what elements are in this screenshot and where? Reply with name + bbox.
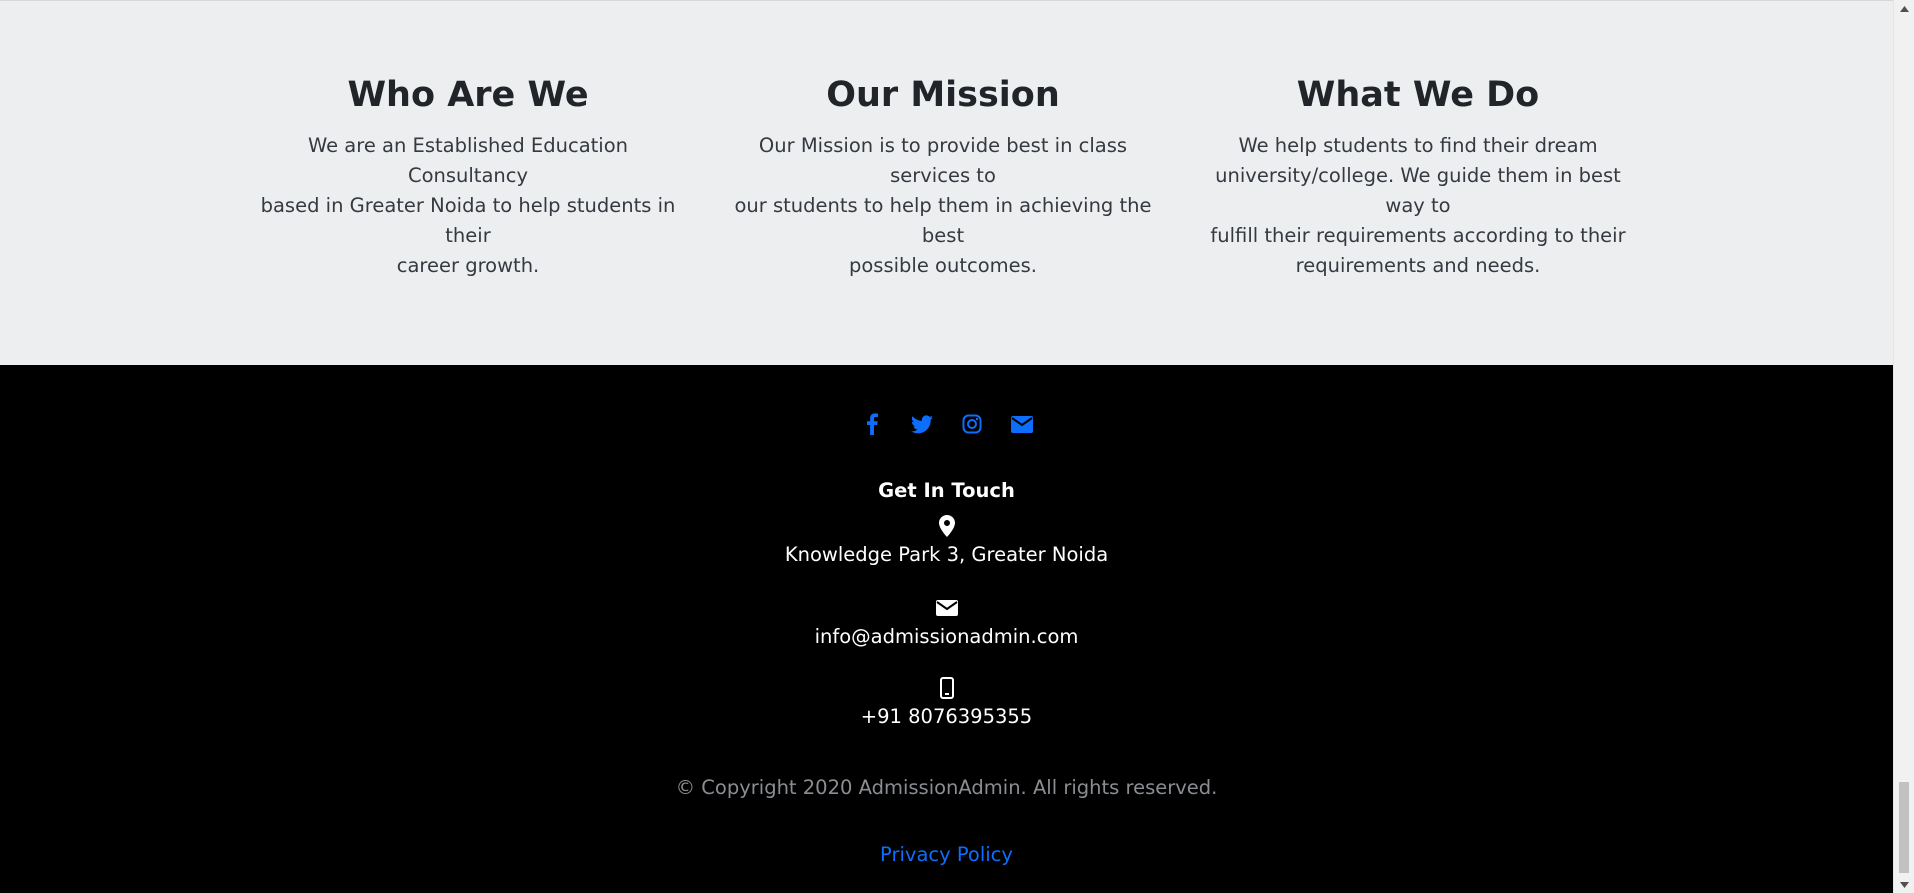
social-links	[0, 412, 1893, 436]
about-text-line: possible outcomes.	[849, 254, 1037, 277]
instagram-icon[interactable]	[960, 412, 984, 436]
contact-email: info@admissionadmin.com	[0, 597, 1893, 651]
email-text: info@admissionadmin.com	[814, 625, 1079, 648]
facebook-icon[interactable]	[860, 412, 884, 436]
copyright-text: © Copyright 2020 AdmissionAdmin. All rig…	[675, 776, 1218, 799]
about-text: We are an Established Education Consulta…	[248, 131, 688, 281]
about-text: Our Mission is to provide best in class …	[723, 131, 1163, 281]
twitter-icon[interactable]	[910, 412, 934, 436]
address-text: Knowledge Park 3, Greater Noida	[784, 543, 1109, 566]
get-in-touch-heading: Get In Touch	[878, 479, 1015, 502]
scroll-down-icon[interactable]	[1894, 876, 1914, 893]
about-column-what: What We Do We help students to find thei…	[1198, 71, 1638, 281]
about-column-mission: Our Mission Our Mission is to provide be…	[723, 71, 1163, 281]
privacy-policy-link[interactable]: Privacy Policy	[880, 843, 1013, 866]
about-text-line: requirements and needs.	[1295, 254, 1541, 277]
phone-text: +91 8076395355	[860, 705, 1033, 728]
scroll-up-icon[interactable]	[1894, 0, 1914, 17]
about-text-line: based in Greater Noida to help students …	[260, 194, 676, 247]
about-section: Who Are We We are an Established Educati…	[0, 0, 1893, 365]
about-text-line: our students to help them in achieving t…	[734, 194, 1152, 247]
map-marker-icon	[938, 515, 955, 537]
about-text-line: university/college. We guide them in bes…	[1215, 164, 1621, 217]
contact-address: Knowledge Park 3, Greater Noida	[0, 515, 1893, 569]
about-text-line: We help students to find their dream	[1238, 134, 1598, 157]
privacy-link-wrapper: Privacy Policy	[0, 841, 1893, 869]
contact-phone: +91 8076395355	[0, 677, 1893, 731]
about-title: Who Are We	[347, 75, 589, 115]
about-text-line: Our Mission is to provide best in class …	[758, 134, 1128, 187]
about-text: We help students to find their dream uni…	[1198, 131, 1638, 281]
about-text-line: fulfill their requirements according to …	[1210, 224, 1626, 247]
vertical-scrollbar[interactable]	[1893, 0, 1914, 893]
footer: Get In Touch Knowledge Park 3, Greater N…	[0, 365, 1893, 893]
mobile-phone-icon	[939, 677, 954, 699]
envelope-icon[interactable]	[1010, 412, 1034, 436]
about-title: What We Do	[1296, 75, 1540, 115]
page: Who Are We We are an Established Educati…	[0, 0, 1914, 893]
about-column-who: Who Are We We are an Established Educati…	[248, 71, 688, 281]
about-title: Our Mission	[826, 75, 1060, 115]
scroll-thumb[interactable]	[1899, 782, 1909, 873]
envelope-icon	[935, 600, 958, 616]
about-text-line: We are an Established Education Consulta…	[307, 134, 629, 187]
about-text-line: career growth.	[396, 254, 540, 277]
